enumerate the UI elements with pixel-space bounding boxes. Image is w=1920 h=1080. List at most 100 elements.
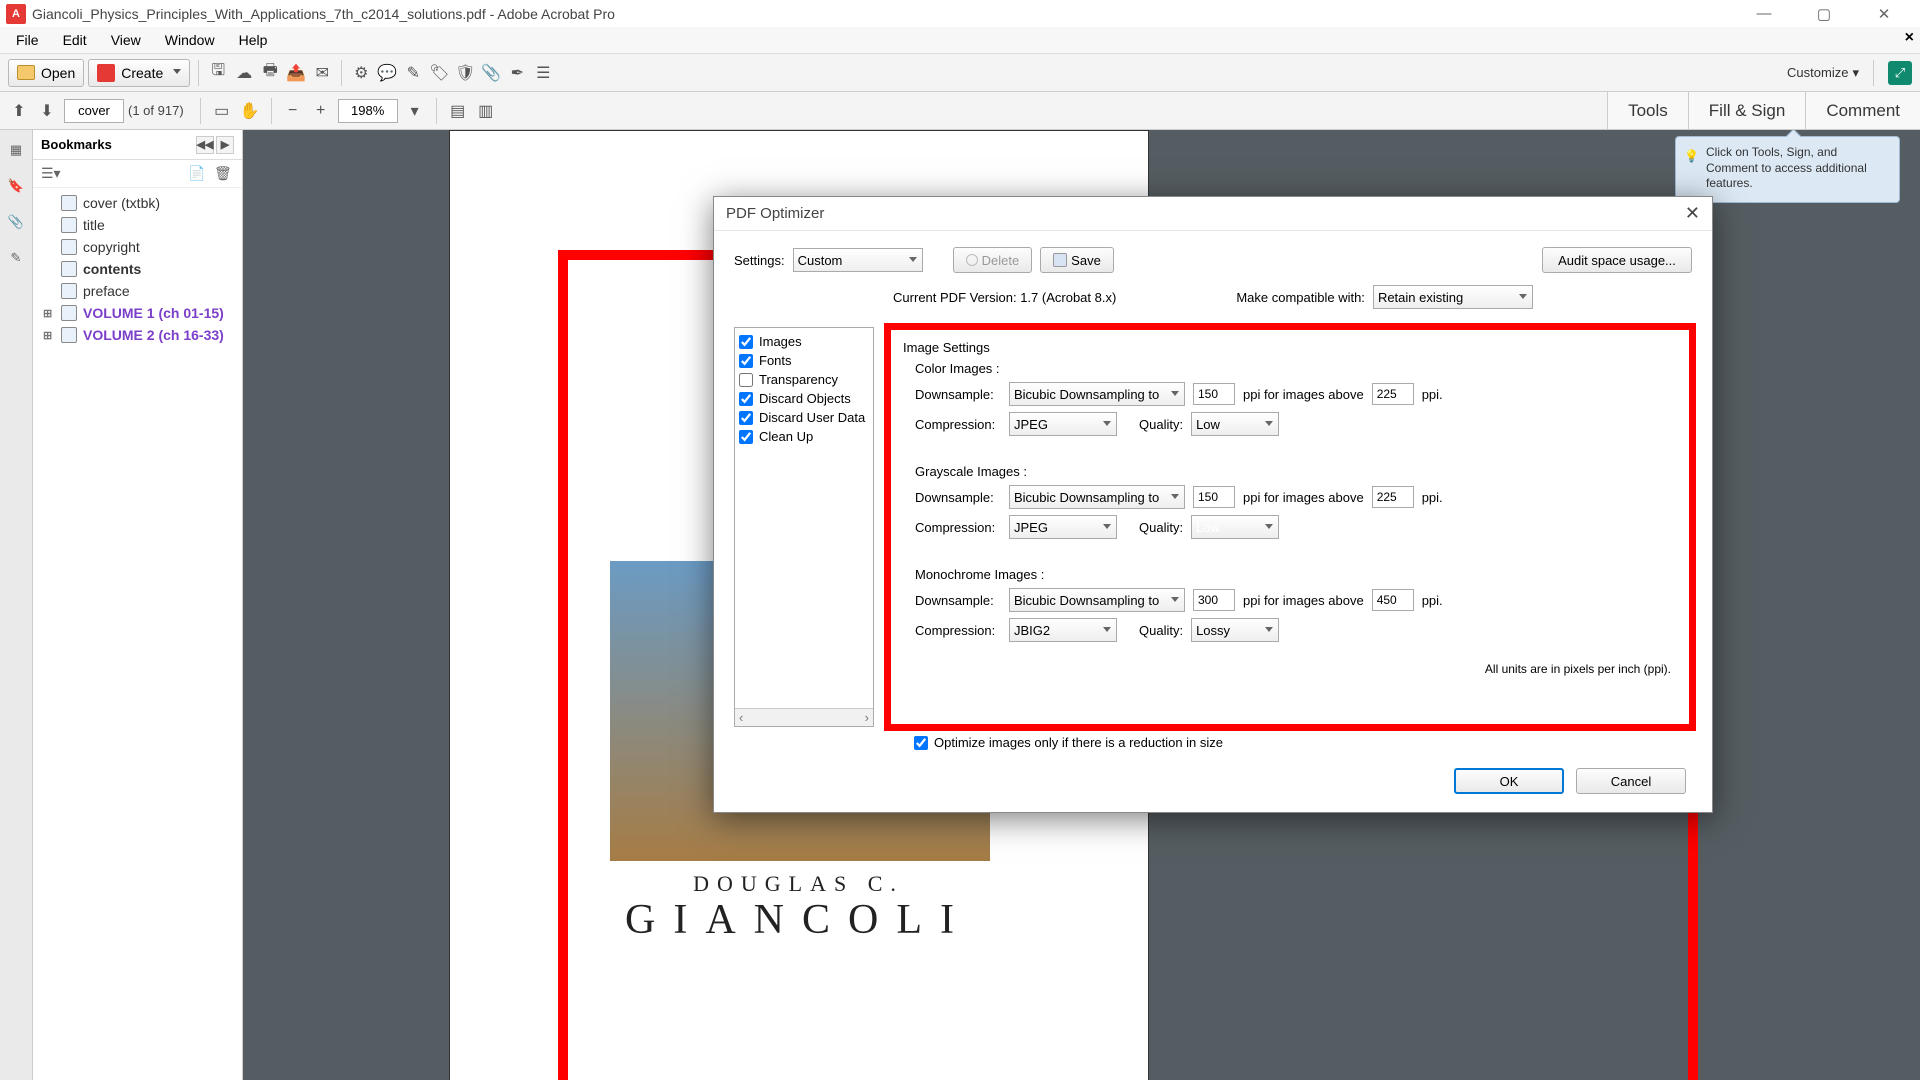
open-button[interactable]: Open (8, 59, 84, 87)
category-checkbox[interactable] (739, 373, 753, 387)
cancel-button[interactable]: Cancel (1576, 768, 1686, 794)
color-ppi-input[interactable] (1193, 383, 1235, 405)
sign-icon[interactable]: ✒ (506, 62, 528, 84)
new-bookmark-icon[interactable]: 📄 (188, 165, 208, 183)
mono-compression-select[interactable]: JBIG2 (1009, 618, 1117, 642)
expand-icon[interactable]: ▶ (216, 136, 234, 154)
tab-tools[interactable]: Tools (1607, 92, 1688, 129)
menu-help[interactable]: Help (227, 27, 280, 53)
options-icon[interactable]: ☰▾ (41, 165, 61, 183)
highlight-icon[interactable]: ✎ (402, 62, 424, 84)
create-button[interactable]: Create (88, 59, 190, 87)
delete-button[interactable]: Delete (953, 247, 1033, 273)
mono-above-input[interactable] (1372, 589, 1414, 611)
bookmarks-tree[interactable]: cover (txtbk)titlecopyrightcontentsprefa… (33, 188, 242, 1080)
select-tool-icon[interactable]: ▭ (211, 100, 233, 122)
gear-icon[interactable]: ⚙ (350, 62, 372, 84)
gray-compression-select[interactable]: JPEG (1009, 515, 1117, 539)
bookmark-item[interactable]: title (37, 214, 238, 236)
close-icon[interactable]: ✕ (1685, 203, 1700, 224)
expand-icon[interactable]: ⊞ (43, 307, 55, 320)
maximize-button[interactable]: ▢ (1794, 0, 1854, 27)
menu-window[interactable]: Window (153, 27, 227, 53)
attachments-icon[interactable]: 📎 (6, 212, 26, 232)
category-item[interactable]: Images (739, 332, 869, 351)
thumbnails-icon[interactable]: ▦ (6, 140, 26, 160)
stamp-icon[interactable]: 🏷 (428, 62, 450, 84)
page-input[interactable] (64, 99, 124, 123)
bookmark-item[interactable]: contents (37, 258, 238, 280)
attach-icon[interactable]: 📎 (480, 62, 502, 84)
gray-downsample-select[interactable]: Bicubic Downsampling to (1009, 485, 1185, 509)
chevron-down-icon[interactable]: ▾ (404, 100, 426, 122)
bookmark-item[interactable]: ⊞VOLUME 1 (ch 01-15) (37, 302, 238, 324)
settings-select[interactable]: Custom (793, 248, 923, 272)
bookmark-item[interactable]: ⊞VOLUME 2 (ch 16-33) (37, 324, 238, 346)
color-above-input[interactable] (1372, 383, 1414, 405)
mail-icon[interactable]: ✉ (311, 62, 333, 84)
separator (198, 60, 199, 86)
category-checkbox[interactable] (739, 354, 753, 368)
bookmark-item[interactable]: preface (37, 280, 238, 302)
shield-icon[interactable]: 🛡 (454, 62, 476, 84)
print-icon[interactable]: 🖶 (259, 62, 281, 84)
optimize-only-checkbox[interactable] (914, 736, 928, 750)
mono-quality-select[interactable]: Lossy (1191, 618, 1279, 642)
mono-ppi-input[interactable] (1193, 589, 1235, 611)
tab-comment[interactable]: Comment (1805, 92, 1920, 129)
close-window-button[interactable]: ✕ (1854, 0, 1914, 27)
color-compression-select[interactable]: JPEG (1009, 412, 1117, 436)
menu-edit[interactable]: Edit (51, 27, 99, 53)
comment-icon[interactable]: 💬 (376, 62, 398, 84)
category-checkbox[interactable] (739, 411, 753, 425)
expand-icon[interactable]: ⊞ (43, 329, 55, 342)
category-checkbox[interactable] (739, 430, 753, 444)
pdf-icon (97, 64, 115, 82)
color-quality-select[interactable]: Low (1191, 412, 1279, 436)
signatures-icon[interactable]: ✎ (6, 248, 26, 268)
fit-width-icon[interactable]: ▥ (475, 100, 497, 122)
list-scrollbar[interactable]: ‹› (735, 708, 873, 726)
hand-tool-icon[interactable]: ✋ (239, 100, 261, 122)
menu-view[interactable]: View (99, 27, 153, 53)
delete-bookmark-icon[interactable]: 🗑 (214, 165, 234, 183)
mono-downsample-select[interactable]: Bicubic Downsampling to (1009, 588, 1185, 612)
page-up-icon[interactable]: ⬆ (8, 100, 30, 122)
zoom-input[interactable] (338, 99, 398, 123)
tab-fill-sign[interactable]: Fill & Sign (1688, 92, 1806, 129)
form-icon[interactable]: ☰ (532, 62, 554, 84)
category-item[interactable]: Discard User Data (739, 408, 869, 427)
gray-above-input[interactable] (1372, 486, 1414, 508)
page-down-icon[interactable]: ⬇ (36, 100, 58, 122)
minimize-button[interactable]: — (1734, 0, 1794, 27)
audit-button[interactable]: Audit space usage... (1542, 247, 1692, 273)
quality-label: Quality: (1139, 623, 1183, 638)
color-downsample-select[interactable]: Bicubic Downsampling to (1009, 382, 1185, 406)
category-checkbox[interactable] (739, 335, 753, 349)
category-item[interactable]: Fonts (739, 351, 869, 370)
category-checkbox[interactable] (739, 392, 753, 406)
export-icon[interactable]: 📤 (285, 62, 307, 84)
compat-select[interactable]: Retain existing (1373, 285, 1533, 309)
fullscreen-icon[interactable]: ⤢ (1888, 61, 1912, 85)
bookmark-item[interactable]: cover (txtbk) (37, 192, 238, 214)
fit-page-icon[interactable]: ▤ (447, 100, 469, 122)
save-button[interactable]: Save (1040, 247, 1114, 273)
zoom-in-icon[interactable]: + (310, 100, 332, 122)
category-item[interactable]: Transparency (739, 370, 869, 389)
zoom-out-icon[interactable]: − (282, 100, 304, 122)
bookmarks-icon[interactable]: 🔖 (6, 176, 26, 196)
customize-button[interactable]: Customize ▾ (1787, 65, 1859, 81)
document-viewport[interactable]: DOUGLAS C. GIANCOLI Click on Tools, Sign… (243, 130, 1920, 1080)
category-item[interactable]: Clean Up (739, 427, 869, 446)
bookmark-item[interactable]: copyright (37, 236, 238, 258)
collapse-icon[interactable]: ◀◀ (196, 136, 214, 154)
gray-quality-select[interactable]: Low (1191, 515, 1279, 539)
gray-ppi-input[interactable] (1193, 486, 1235, 508)
menu-file[interactable]: File (4, 27, 51, 53)
cloud-icon[interactable]: ☁ (233, 62, 255, 84)
close-doc-icon[interactable]: × (1905, 29, 1914, 47)
ok-button[interactable]: OK (1454, 768, 1564, 794)
save-icon[interactable]: 🖫 (207, 62, 229, 84)
category-item[interactable]: Discard Objects (739, 389, 869, 408)
